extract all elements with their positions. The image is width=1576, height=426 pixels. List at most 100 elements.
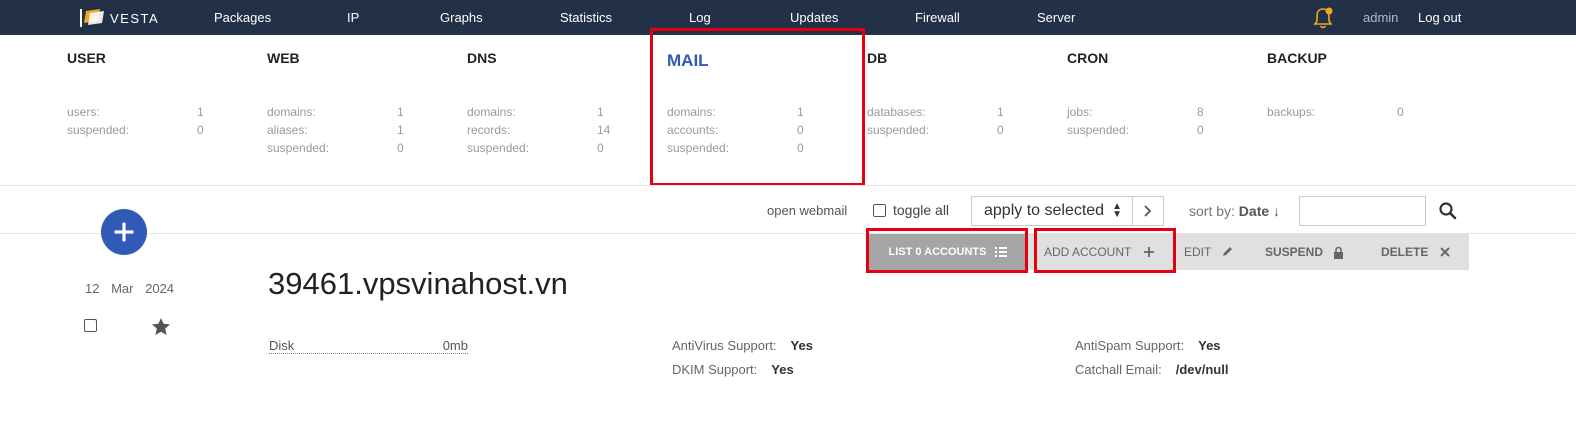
dkim-value: Yes <box>771 362 794 377</box>
antispam-label: AntiSpam Support: <box>1075 338 1185 353</box>
stat-row: suspended: 0 <box>867 123 1057 141</box>
nav-statistics[interactable]: Statistics <box>560 10 612 25</box>
search-icon[interactable] <box>1438 201 1458 221</box>
stat-row: aliases: 1 <box>267 123 457 141</box>
nav-graphs[interactable]: Graphs <box>440 10 483 25</box>
stat-value: 1 <box>397 123 404 137</box>
stat-row: suspended: 0 <box>67 123 257 141</box>
stat-value: 0 <box>197 123 204 137</box>
nav-log[interactable]: Log <box>689 10 711 25</box>
apply-select-value: apply to selected <box>984 202 1105 219</box>
stat-title: DB <box>867 50 888 66</box>
search-input[interactable] <box>1299 196 1426 226</box>
checkbox-icon[interactable] <box>873 203 886 217</box>
stat-row: suspended: 0 <box>267 141 457 159</box>
sort-by-control[interactable]: sort by: Date ↓ <box>1189 203 1280 219</box>
date-day: 12 <box>85 281 100 296</box>
stat-value: 0 <box>597 141 604 155</box>
stat-value: 14 <box>597 123 611 137</box>
add-account-button[interactable]: ADD ACCOUNT <box>1044 234 1155 270</box>
dkim-support: DKIM Support: Yes <box>672 362 794 377</box>
stat-key: suspended: <box>667 141 730 155</box>
nav-ip[interactable]: IP <box>347 10 359 25</box>
divider <box>0 185 1576 186</box>
stat-value: 0 <box>1197 123 1204 137</box>
close-icon <box>1440 247 1451 257</box>
stat-user[interactable]: USER users: 1 suspended: 0 <box>67 50 257 141</box>
sort-by-value[interactable]: Date ↓ <box>1239 203 1280 219</box>
stat-value: 0 <box>797 123 804 137</box>
star-icon[interactable] <box>151 317 171 341</box>
stat-db[interactable]: DB databases: 1 suspended: 0 <box>867 50 1057 141</box>
stat-key: jobs: <box>1067 105 1093 119</box>
stat-row: suspended: 0 <box>467 141 657 159</box>
stat-key: suspended: <box>867 123 930 137</box>
stat-value: 0 <box>797 141 804 155</box>
stat-key: suspended: <box>67 123 130 137</box>
list-icon <box>994 247 1007 257</box>
nav-firewall[interactable]: Firewall <box>915 10 960 25</box>
stat-backup[interactable]: BACKUP backups: 0 <box>1267 50 1457 123</box>
pencil-icon <box>1223 247 1233 256</box>
stat-mail[interactable]: MAIL domains: 1 accounts: 0 suspended: 0 <box>667 50 857 159</box>
record-checkbox[interactable] <box>84 319 97 332</box>
open-webmail-link[interactable]: open webmail <box>767 203 847 218</box>
stat-cron[interactable]: CRON jobs: 8 suspended: 0 <box>1067 50 1257 141</box>
stat-value: 0 <box>397 141 404 155</box>
apply-to-selected-select[interactable]: apply to selected ▲ ▼ <box>971 196 1133 226</box>
stat-value: 0 <box>997 123 1004 137</box>
stat-row: backups: 0 <box>1267 105 1457 123</box>
toggle-all-checkbox[interactable]: toggle all <box>873 202 949 218</box>
lock-icon <box>1334 246 1344 259</box>
plus-icon <box>1144 247 1155 257</box>
edit-button[interactable]: EDIT <box>1184 234 1233 270</box>
chevron-right-icon <box>1144 205 1152 217</box>
date-month: Mar <box>111 281 134 296</box>
antivirus-label: AntiVirus Support: <box>672 338 777 353</box>
catchall-email: Catchall Email: /dev/null <box>1075 362 1228 377</box>
nav-updates[interactable]: Updates <box>790 10 838 25</box>
stat-key: databases: <box>867 105 926 119</box>
add-account-label: ADD ACCOUNT <box>1044 245 1132 259</box>
toggle-all-label: toggle all <box>893 202 950 218</box>
vesta-logo[interactable]: VESTA <box>80 6 159 30</box>
stat-value: 1 <box>797 105 804 119</box>
nav-server[interactable]: Server <box>1037 10 1075 25</box>
notifications-bell-icon[interactable] <box>1312 6 1334 30</box>
record-date: 12 Mar 2024 <box>85 281 174 296</box>
logout-link[interactable]: Log out <box>1418 10 1461 25</box>
suspend-label: SUSPEND <box>1265 245 1324 259</box>
antivirus-value: Yes <box>790 338 813 353</box>
antispam-value: Yes <box>1198 338 1221 353</box>
stat-key: suspended: <box>267 141 330 155</box>
add-domain-button[interactable] <box>101 209 147 255</box>
apply-go-button[interactable] <box>1132 196 1164 226</box>
date-year: 2024 <box>145 281 175 296</box>
list-accounts-button[interactable]: LIST 0 ACCOUNTS <box>869 234 1026 270</box>
user-name-link[interactable]: admin <box>1363 10 1398 25</box>
stat-row: domains: 1 <box>467 105 657 123</box>
stat-key: domains: <box>267 105 316 119</box>
delete-label: DELETE <box>1381 245 1429 259</box>
domain-title[interactable]: 39461.vpsvinahost.vn <box>268 266 568 302</box>
delete-button[interactable]: DELETE <box>1381 234 1451 270</box>
sort-by-label: sort by: <box>1189 203 1235 219</box>
stat-title-active: MAIL <box>667 51 709 70</box>
stat-row: accounts: 0 <box>667 123 857 141</box>
stat-web[interactable]: WEB domains: 1 aliases: 1 suspended: 0 <box>267 50 457 159</box>
stat-key: suspended: <box>1067 123 1130 137</box>
disk-usage: Disk 0mb <box>269 338 468 354</box>
stat-key: records: <box>467 123 511 137</box>
stat-key: suspended: <box>467 141 530 155</box>
stat-title: CRON <box>1067 50 1109 66</box>
select-arrows-icon: ▲ ▼ <box>1112 201 1122 220</box>
stat-key: accounts: <box>667 123 719 137</box>
stat-dns[interactable]: DNS domains: 1 records: 14 suspended: 0 <box>467 50 657 159</box>
catchall-label: Catchall Email: <box>1075 362 1162 377</box>
nav-packages[interactable]: Packages <box>214 10 271 25</box>
suspend-button[interactable]: SUSPEND <box>1265 234 1344 270</box>
vesta-logo-icon <box>80 7 106 29</box>
stat-title: DNS <box>467 50 497 66</box>
stat-value: 1 <box>597 105 604 119</box>
stat-value: 0 <box>1397 105 1404 119</box>
